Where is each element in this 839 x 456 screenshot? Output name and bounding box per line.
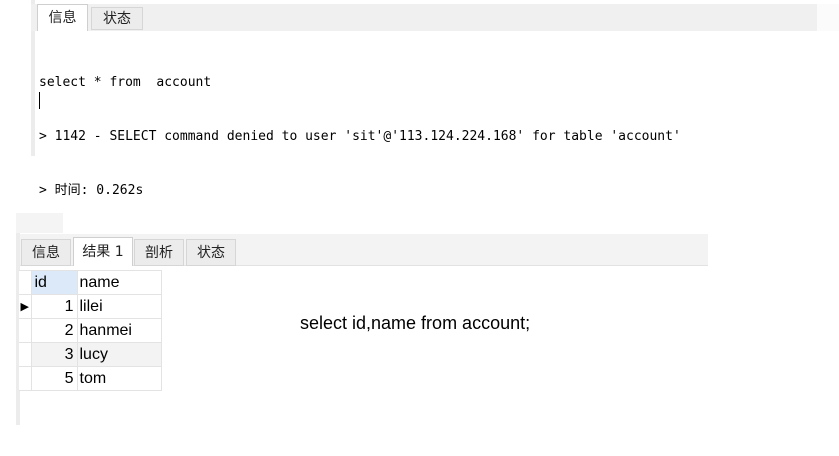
tab-status[interactable]: 状态 xyxy=(186,239,236,266)
panel-top-stub xyxy=(16,213,63,233)
table-row[interactable]: 2 hanmei xyxy=(19,318,162,343)
text-caret xyxy=(39,92,40,109)
row-indicator xyxy=(19,342,32,367)
column-header-id[interactable]: id xyxy=(30,270,78,295)
message-panel: 信息 状态 select * from account > 1142 - SEL… xyxy=(31,0,839,198)
message-output[interactable]: select * from account > 1142 - SELECT co… xyxy=(39,38,681,236)
row-indicator-header xyxy=(19,270,32,295)
tab-info[interactable]: 信息 xyxy=(21,239,71,266)
column-header-name[interactable]: name xyxy=(76,270,162,295)
tab-result-1[interactable]: 结果 1 xyxy=(73,237,133,266)
time-line: > 时间: 0.262s xyxy=(39,183,144,198)
table-row[interactable]: 3 lucy xyxy=(19,342,162,367)
cell-name[interactable]: hanmei xyxy=(76,318,162,343)
tab-info[interactable]: 信息 xyxy=(37,4,88,31)
query-line: select * from account xyxy=(39,75,212,90)
cell-id[interactable]: 2 xyxy=(30,318,78,343)
row-indicator xyxy=(19,318,32,343)
cell-name[interactable]: tom xyxy=(76,366,162,391)
row-indicator xyxy=(19,366,32,391)
table-row[interactable]: ▶ 1 lilei xyxy=(19,294,162,319)
result-grid[interactable]: id name ▶ 1 lilei 2 hanmei 3 lucy 5 tom xyxy=(19,270,162,391)
tab-bar-end xyxy=(817,4,839,31)
cell-id[interactable]: 3 xyxy=(30,342,78,367)
cell-name[interactable]: lucy xyxy=(76,342,162,367)
sql-annotation: select id,name from account; xyxy=(300,313,531,333)
result-tab-bar: 信息 结果 1 剖析 状态 xyxy=(20,234,708,266)
tab-profile[interactable]: 剖析 xyxy=(134,239,184,266)
tab-bar: 信息 状态 xyxy=(31,4,817,31)
cell-id[interactable]: 5 xyxy=(30,366,78,391)
table-row[interactable]: 5 tom xyxy=(19,366,162,391)
grid-header-row: id name xyxy=(19,270,162,295)
cell-id[interactable]: 1 xyxy=(30,294,78,319)
cell-name[interactable]: lilei xyxy=(76,294,162,319)
tab-status[interactable]: 状态 xyxy=(91,7,143,30)
current-row-arrow-icon: ▶ xyxy=(19,294,32,319)
error-line: > 1142 - SELECT command denied to user '… xyxy=(39,129,681,144)
